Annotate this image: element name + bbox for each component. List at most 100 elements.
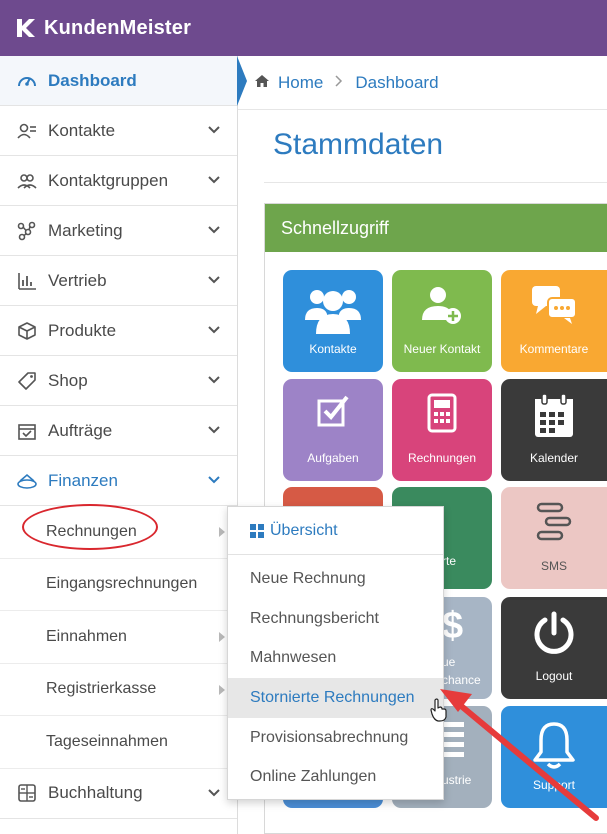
add-user-icon (392, 284, 492, 328)
breadcrumb: Home Dashboard (238, 56, 607, 110)
tile-aufgaben[interactable]: Aufgaben (283, 379, 383, 481)
caret-right-icon (219, 527, 225, 537)
tile-label: Kontakte (309, 342, 357, 356)
chevron-down-icon (207, 373, 221, 392)
submenu-item-label: Eingangsrechnungen (46, 575, 198, 593)
flyout-item-provisionsabrechnung[interactable]: Provisionsabrechnung (228, 718, 443, 758)
grid-icon (250, 523, 264, 538)
chevron-down-icon (207, 273, 221, 292)
flyout-item-online-zahlungen[interactable]: Online Zahlungen (228, 757, 443, 797)
users-icon (283, 284, 383, 336)
orders-icon (16, 420, 38, 442)
home-icon[interactable] (254, 73, 270, 93)
tile-label: Kommentare (519, 342, 589, 356)
sidebar-item-label: Marketing (48, 220, 123, 240)
sidebar-item-label: Buchhaltung (48, 783, 143, 802)
divider (264, 182, 607, 183)
submenu-item-registrierkasse[interactable]: Registrierkasse (0, 664, 237, 716)
logo-icon (14, 17, 36, 39)
flyout-item-mahnwesen[interactable]: Mahnwesen (228, 638, 443, 678)
power-icon (501, 611, 607, 657)
flyout-overview-link[interactable]: Übersicht (228, 507, 443, 555)
flyout-item-rechnungsbericht[interactable]: Rechnungsbericht (228, 599, 443, 639)
sidebar-item-kontakte[interactable]: Kontakte (0, 106, 237, 156)
calculator-icon (16, 782, 38, 804)
flyout-item-neue-rechnung[interactable]: Neue Rechnung (228, 559, 443, 599)
chevron-down-icon (207, 123, 221, 142)
flyout-overview-label: Übersicht (270, 521, 338, 539)
bell-icon (501, 720, 607, 770)
list-icon (442, 718, 466, 761)
rechnungen-flyout-menu: Übersicht Neue Rechnung Rechnungsbericht… (227, 506, 444, 800)
submenu-item-label: Registrierkasse (46, 680, 157, 698)
flyout-item-stornierte-rechnungen[interactable]: Stornierte Rechnungen (228, 678, 443, 718)
submenu-item-rechnungen[interactable]: Rechnungen (0, 506, 237, 559)
submenu-item-tageseinnahmen[interactable]: Tageseinnahmen (0, 716, 237, 769)
sidebar-item-label: Aufträge (48, 420, 113, 440)
sidebar-item-label: Shop (48, 370, 88, 390)
submenu-item-label: Rechnungen (46, 522, 137, 540)
sms-icon (501, 501, 607, 543)
sidebar-item-label: Dashboard (48, 70, 137, 90)
chevron-down-icon (207, 223, 221, 242)
sidebar-item-label: Vertrieb (48, 270, 107, 290)
sidebar-item-label: Kontakte (48, 120, 116, 140)
submenu-item-einnahmen[interactable]: Einnahmen (0, 611, 237, 664)
sidebar-item-dashboard[interactable]: Dashboard (0, 56, 247, 106)
sidebar-item-kontaktgruppen[interactable]: Kontaktgruppen (0, 156, 237, 206)
chevron-down-icon (207, 786, 221, 805)
tile-neuer-kontakt[interactable]: Neuer Kontakt (392, 270, 492, 372)
tile-logout[interactable]: Logout (501, 597, 607, 699)
sales-chart-icon (16, 270, 38, 292)
submenu-item-label: Einnahmen (46, 627, 127, 645)
panel-header: Schnellzugriff (265, 204, 607, 252)
tile-kommentare[interactable]: Kommentare (501, 270, 607, 372)
calendar-icon (501, 393, 607, 439)
task-check-icon (283, 393, 383, 429)
submenu-item-label: Tageseinnahmen (46, 732, 168, 750)
app-logo-text[interactable]: KundenMeister (44, 17, 191, 40)
comments-icon (501, 284, 607, 326)
page-title: Stammdaten (273, 128, 444, 161)
tile-label: chance (442, 673, 481, 687)
chevron-down-icon (207, 173, 221, 192)
tile-rechnungen[interactable]: Rechnungen (392, 379, 492, 481)
hand-cursor-icon (430, 698, 447, 722)
money-icon (16, 470, 38, 492)
breadcrumb-current[interactable]: Dashboard (355, 73, 438, 93)
chevron-down-icon (207, 323, 221, 342)
tile-label: Support (532, 778, 576, 792)
sidebar-item-label: Kontaktgruppen (48, 170, 169, 190)
chevron-down-icon (207, 473, 221, 492)
contacts-icon (16, 120, 38, 142)
tile-label: Rechnungen (407, 451, 477, 465)
sidebar-item-vertrieb[interactable]: Vertrieb (0, 256, 237, 306)
tile-sms[interactable]: SMS (501, 487, 607, 589)
tile-label: Neuer Kontakt (403, 342, 481, 356)
sidebar-item-auftraege[interactable]: Aufträge (0, 406, 237, 456)
tile-label: Aufgaben (307, 451, 359, 465)
tag-icon (16, 370, 38, 392)
contact-groups-icon (16, 170, 38, 192)
sidebar-item-buchhaltung[interactable]: Buchhaltung (0, 769, 237, 819)
tile-label: Kalender (529, 451, 579, 465)
tile-label: rte (442, 554, 457, 568)
sidebar-item-finanzen[interactable]: Finanzen (0, 456, 237, 506)
sidebar-item-marketing[interactable]: Marketing (0, 206, 237, 256)
marketing-icon (16, 220, 38, 242)
tile-support[interactable]: Support (501, 706, 607, 808)
tile-kalender[interactable]: Kalender (501, 379, 607, 481)
sidebar-item-label: Finanzen (48, 470, 118, 490)
sidebar-item-produkte[interactable]: Produkte (0, 306, 237, 356)
sidebar-item-shop[interactable]: Shop (0, 356, 237, 406)
tile-label: ue (442, 655, 456, 669)
breadcrumb-home-link[interactable]: Home (278, 73, 323, 93)
tile-kontakte[interactable]: Kontakte (283, 270, 383, 372)
tile-label: Logout (535, 669, 573, 683)
submenu-item-eingangsrechnungen[interactable]: Eingangsrechnungen (0, 559, 237, 611)
sidebar: Dashboard Kontakte Kontaktgruppen Market… (0, 56, 247, 834)
tile-label: SMS (540, 559, 567, 573)
top-bar: KundenMeister (0, 0, 607, 56)
caret-right-icon (219, 632, 225, 642)
chevron-down-icon (207, 423, 221, 442)
